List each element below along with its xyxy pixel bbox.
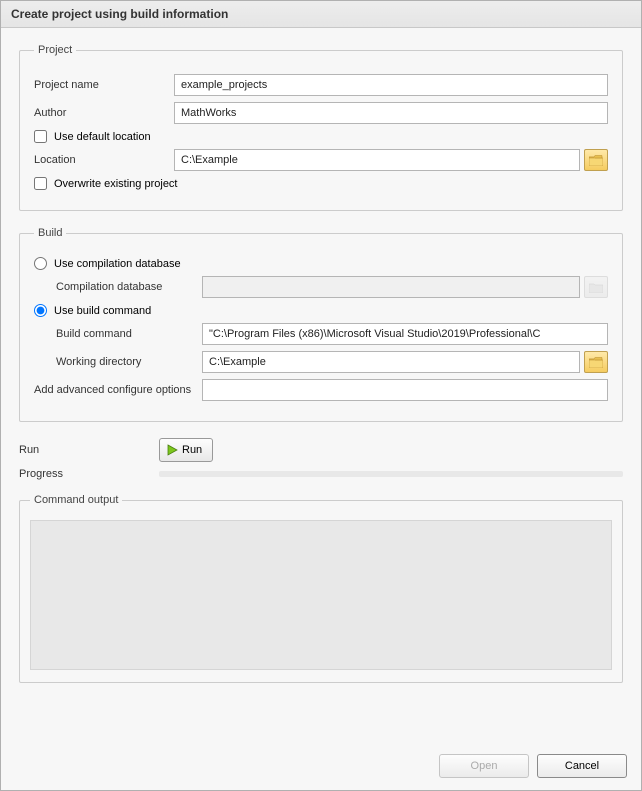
progress-label: Progress <box>19 468 159 480</box>
build-group: Build Use compilation database Compilati… <box>19 227 623 422</box>
project-name-input[interactable] <box>174 74 608 96</box>
use-default-location-checkbox[interactable] <box>34 130 47 143</box>
working-directory-input[interactable] <box>202 351 580 373</box>
folder-icon <box>589 282 603 293</box>
run-label: Run <box>19 444 159 456</box>
folder-icon <box>589 155 603 166</box>
working-directory-label: Working directory <box>34 356 202 368</box>
play-icon <box>166 444 178 456</box>
use-compilation-database-radio[interactable] <box>34 257 47 270</box>
compilation-database-input <box>202 276 580 298</box>
dialog-footer: Open Cancel <box>1 744 641 790</box>
location-label: Location <box>34 154 174 166</box>
window-title: Create project using build information <box>11 7 228 21</box>
working-directory-browse-button[interactable] <box>584 351 608 373</box>
command-output-group: Command output <box>19 494 623 683</box>
cancel-button[interactable]: Cancel <box>537 754 627 778</box>
build-command-label: Build command <box>34 328 202 340</box>
location-browse-button[interactable] <box>584 149 608 171</box>
build-command-input[interactable] <box>202 323 608 345</box>
build-legend: Build <box>34 227 66 239</box>
open-button: Open <box>439 754 529 778</box>
use-build-command-label[interactable]: Use build command <box>54 305 151 317</box>
project-legend: Project <box>34 44 76 56</box>
use-build-command-radio[interactable] <box>34 304 47 317</box>
overwrite-existing-label[interactable]: Overwrite existing project <box>54 178 178 190</box>
dialog-window: Create project using build information P… <box>0 0 642 791</box>
author-input[interactable] <box>174 102 608 124</box>
folder-icon <box>589 357 603 368</box>
advanced-options-input[interactable] <box>202 379 608 401</box>
command-output-area <box>30 520 612 670</box>
dialog-content: Project Project name Author Use default … <box>1 28 641 744</box>
use-compilation-database-label[interactable]: Use compilation database <box>54 258 181 270</box>
use-default-location-label[interactable]: Use default location <box>54 131 151 143</box>
project-group: Project Project name Author Use default … <box>19 44 623 211</box>
run-section: Run Run Progress <box>19 438 623 480</box>
progress-bar <box>159 471 623 477</box>
advanced-options-label: Add advanced configure options <box>34 384 202 396</box>
project-name-label: Project name <box>34 79 174 91</box>
overwrite-existing-checkbox[interactable] <box>34 177 47 190</box>
location-input[interactable] <box>174 149 580 171</box>
command-output-legend: Command output <box>30 494 122 506</box>
compilation-database-label: Compilation database <box>34 281 202 293</box>
run-button-label: Run <box>182 444 202 456</box>
titlebar: Create project using build information <box>1 1 641 28</box>
compilation-database-browse-button <box>584 276 608 298</box>
run-button[interactable]: Run <box>159 438 213 462</box>
author-label: Author <box>34 107 174 119</box>
